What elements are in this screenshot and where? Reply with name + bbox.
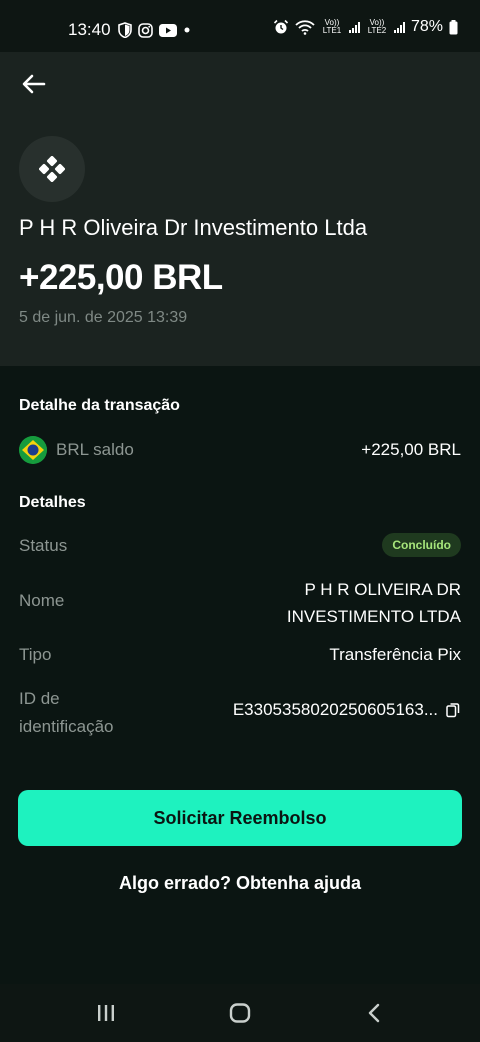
- status-left-icons: [118, 22, 191, 38]
- recent-apps-icon[interactable]: [96, 1004, 116, 1022]
- copy-icon[interactable]: [446, 702, 460, 718]
- battery-percent: 78%: [410, 18, 443, 35]
- status-right-icons: Vo)) LTE1 Vo)) LTE2 78%: [273, 18, 458, 36]
- transaction-date: 5 de jun. de 2025 13:39: [19, 309, 188, 326]
- status-bar: 13:40 Vo)) LTE1 Vo)) LTE2 78%: [0, 0, 480, 52]
- instagram-icon: [138, 22, 153, 38]
- alarm-icon: [273, 19, 289, 34]
- signal-1-icon: [348, 21, 360, 33]
- name-value: P H R OLIVEIRA DR INVESTIMENTO LTDA: [287, 576, 461, 630]
- wifi-icon: [295, 20, 315, 35]
- brazil-flag-icon: [19, 436, 47, 464]
- id-label: ID de identificação: [19, 685, 114, 741]
- type-value: Transferência Pix: [329, 645, 461, 664]
- transaction-header: P H R Oliveira Dr Investimento Ltda +225…: [0, 52, 480, 366]
- account-amount: +225,00 BRL: [361, 440, 461, 459]
- notification-dot-icon: [184, 27, 190, 33]
- lte2-indicator: Vo)) LTE2: [367, 18, 387, 35]
- transaction-detail-title: Detalhe da transação: [19, 397, 180, 414]
- status-badge: Concluído: [382, 533, 461, 557]
- back-nav-icon[interactable]: [367, 1003, 381, 1023]
- name-label: Nome: [19, 591, 65, 610]
- type-label: Tipo: [19, 645, 52, 664]
- account-label: BRL saldo: [56, 440, 134, 459]
- transaction-amount: +225,00 BRL: [19, 258, 223, 297]
- id-label-line1: ID de: [19, 689, 60, 708]
- youtube-icon: [159, 23, 177, 37]
- back-arrow-icon[interactable]: [20, 72, 48, 96]
- id-label-line2: identificação: [19, 717, 114, 736]
- request-refund-button[interactable]: Solicitar Reembolso: [18, 790, 462, 846]
- merchant-name: P H R Oliveira Dr Investimento Ltda: [19, 215, 368, 240]
- name-value-line2: INVESTIMENTO LTDA: [286, 607, 461, 626]
- home-icon[interactable]: [229, 1003, 251, 1023]
- status-label: Status: [19, 536, 68, 555]
- name-value-line1: P H R OLIVEIRA DR: [304, 580, 461, 599]
- details-title: Detalhes: [19, 494, 86, 511]
- shield-icon: [118, 22, 132, 38]
- navigation-bar: [0, 984, 480, 1042]
- status-time: 13:40: [68, 20, 111, 39]
- signal-2-icon: [393, 21, 405, 33]
- get-help-link[interactable]: Algo errado? Obtenha ajuda: [0, 873, 480, 894]
- lte1-indicator: Vo)) LTE1: [322, 18, 342, 35]
- id-value: E3305358020250605163...: [232, 700, 438, 719]
- merchant-logo-icon: [39, 156, 65, 182]
- battery-icon: [449, 19, 458, 34]
- merchant-avatar: [19, 136, 85, 202]
